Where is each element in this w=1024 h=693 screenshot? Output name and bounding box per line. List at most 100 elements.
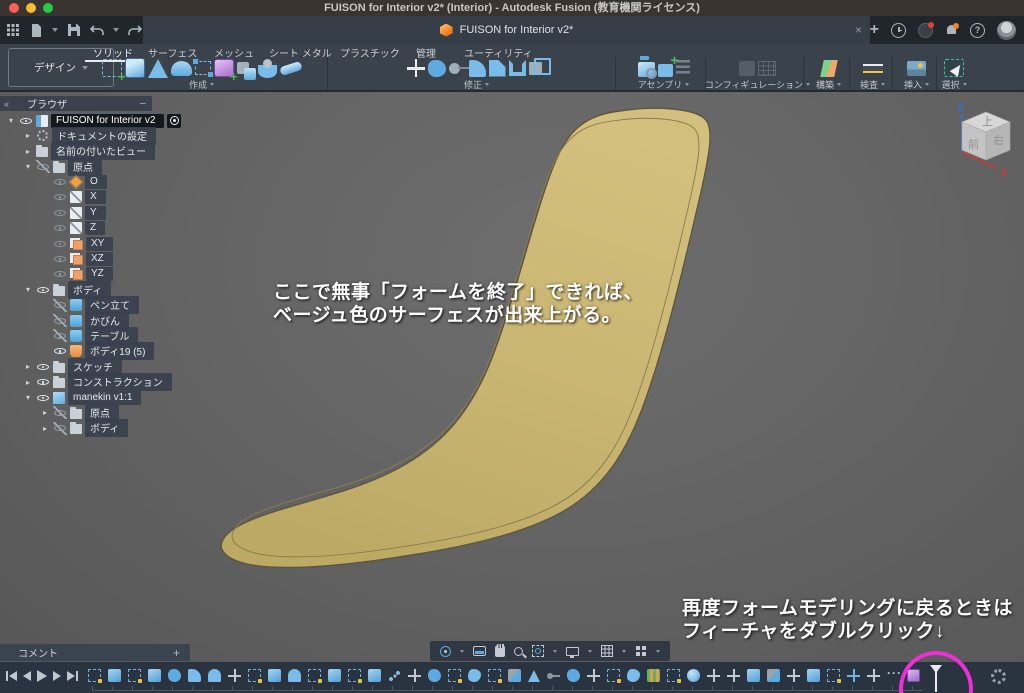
timeline-feature-form-icon[interactable] [428, 669, 441, 682]
group-label[interactable]: 選択 [941, 79, 966, 90]
timeline-playhead-line[interactable] [935, 671, 937, 692]
timeline-feature-move-icon[interactable] [587, 669, 600, 682]
disclosure-closed-icon[interactable] [40, 406, 50, 419]
tree-row[interactable]: ドキュメントの設定 [0, 129, 200, 142]
tree-row[interactable]: ボディ19 (5) [0, 345, 200, 358]
disclosure-open-icon[interactable] [23, 391, 33, 404]
revolve-icon[interactable] [258, 65, 277, 78]
offset-icon[interactable] [449, 63, 460, 74]
document-tab[interactable]: FUISON for Interior v2* × [143, 16, 870, 44]
visibility-eye-icon[interactable] [36, 391, 50, 404]
timeline-feature-extrude-icon[interactable] [807, 669, 820, 682]
timeline-feature-extrude-icon[interactable] [148, 669, 161, 682]
cone-icon[interactable] [148, 59, 168, 78]
visibility-eye-icon[interactable] [53, 314, 67, 327]
notifications-icon[interactable] [945, 24, 958, 37]
tree-item-label[interactable]: Z [85, 221, 105, 235]
disclosure-open-icon[interactable] [23, 283, 33, 296]
timeline-feature-move-icon[interactable] [727, 669, 740, 682]
group-label[interactable]: 検査 [860, 79, 885, 90]
tree-row[interactable]: FUISON for Interior v2 [0, 114, 200, 127]
look-at-icon[interactable] [473, 646, 486, 656]
timeline-feature-sketch-icon[interactable] [448, 669, 461, 682]
visibility-eye-icon[interactable] [53, 406, 67, 419]
tree-item-label[interactable]: Y [85, 206, 106, 220]
activate-component-radio[interactable] [167, 114, 181, 128]
timeline-feature-sketch-icon[interactable] [348, 669, 361, 682]
new-component-icon[interactable] [658, 64, 673, 77]
fillet-icon[interactable] [469, 60, 486, 77]
nav-dropdown-icon[interactable] [553, 650, 557, 653]
go-to-end-button[interactable] [67, 669, 78, 683]
tree-row[interactable]: 原点 [0, 160, 200, 173]
timeline-feature-sphere-icon[interactable] [687, 669, 700, 682]
history-icon[interactable] [891, 23, 906, 38]
disclosure-closed-icon[interactable] [23, 129, 33, 142]
timeline-feature-sketch-icon[interactable] [248, 669, 261, 682]
job-status-icon[interactable] [918, 23, 933, 38]
timeline-feature-points-icon[interactable] [388, 669, 401, 682]
account-avatar[interactable] [997, 21, 1016, 40]
step-forward-button[interactable] [53, 669, 61, 683]
new-tab-button[interactable]: + [870, 16, 879, 44]
config-table-icon[interactable] [758, 61, 776, 76]
timeline-feature-move-icon[interactable] [787, 669, 800, 682]
disclosure-closed-icon[interactable] [40, 422, 50, 435]
visibility-eye-icon[interactable] [53, 329, 67, 342]
timeline-feature-form-icon[interactable] [168, 669, 181, 682]
visibility-eye-icon[interactable] [53, 253, 67, 266]
step-back-button[interactable] [23, 669, 31, 683]
app-grid-icon[interactable] [6, 23, 20, 37]
group-label[interactable]: 構築 [816, 79, 841, 90]
undo-icon[interactable] [90, 23, 104, 37]
tree-row[interactable]: 原点 [0, 406, 200, 419]
timeline-feature-link-icon[interactable] [547, 669, 560, 682]
extrude-icon[interactable] [125, 58, 145, 78]
insert-component-icon[interactable] [638, 62, 655, 77]
tree-row[interactable]: XY [0, 237, 200, 250]
redo-icon[interactable] [128, 23, 142, 37]
measure-icon[interactable] [863, 64, 883, 73]
new-file-icon[interactable] [29, 23, 43, 37]
timeline-feature-sketch-icon[interactable] [88, 669, 101, 682]
sweep-icon[interactable] [171, 61, 192, 76]
display-settings-icon[interactable] [566, 647, 579, 656]
pipe-icon[interactable] [279, 60, 303, 75]
timeline-feature-extrude-icon[interactable] [368, 669, 381, 682]
tree-item-label[interactable]: ボディ [85, 419, 128, 437]
help-icon[interactable]: ? [970, 23, 985, 38]
group-label[interactable]: 作成 [189, 79, 214, 90]
timeline-feature-extrude-icon[interactable] [328, 669, 341, 682]
tree-row[interactable]: Z [0, 222, 200, 235]
timeline-settings-gear-icon[interactable] [991, 669, 1006, 684]
disclosure-open-icon[interactable] [6, 114, 16, 127]
tab-close-icon[interactable]: × [855, 16, 862, 44]
group-label[interactable]: 挿入 [904, 79, 929, 90]
visibility-eye-icon[interactable] [53, 206, 67, 219]
tree-item-label[interactable]: X [85, 190, 106, 204]
timeline-feature-move-icon[interactable] [408, 669, 421, 682]
view-cube[interactable]: 上 前 右 Z X [952, 100, 1018, 185]
tree-item-label[interactable]: XZ [86, 252, 113, 266]
shell-icon[interactable] [509, 60, 526, 76]
tree-item-label[interactable]: コンストラクション [68, 373, 172, 391]
add-comment-button[interactable]: + [173, 646, 180, 660]
tree-row[interactable]: manekin v1:1 [0, 391, 200, 404]
visibility-eye-icon[interactable] [53, 237, 67, 250]
disclosure-closed-icon[interactable] [23, 145, 33, 158]
timeline-feature-sketch-icon[interactable] [128, 669, 141, 682]
chamfer-icon[interactable] [489, 60, 506, 77]
timeline-feature-move-icon[interactable] [228, 669, 241, 682]
timeline-feature-sketch-icon[interactable] [308, 669, 321, 682]
visibility-eye-icon[interactable] [36, 360, 50, 373]
tree-row[interactable]: ペン立て [0, 299, 200, 312]
tree-row[interactable]: スケッチ [0, 360, 200, 373]
canvas-icon[interactable] [907, 61, 926, 76]
timeline-feature-form-purple-icon[interactable] [907, 669, 920, 682]
tree-row[interactable]: ボディ [0, 422, 200, 435]
tree-row[interactable]: X [0, 191, 200, 204]
nav-dropdown-icon[interactable] [588, 650, 592, 653]
tree-item-label[interactable]: FUISON for Interior v2 [51, 114, 164, 128]
timeline-feature-dome-icon[interactable] [208, 669, 221, 682]
select-window-icon[interactable] [944, 59, 964, 77]
